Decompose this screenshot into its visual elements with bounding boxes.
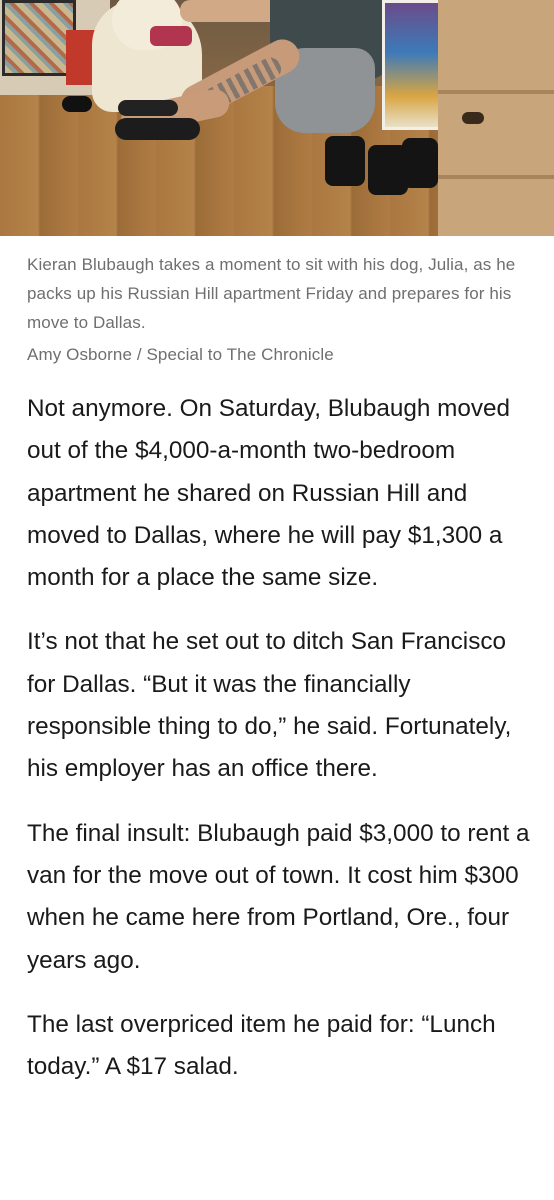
- sandal: [115, 118, 200, 140]
- box-handle: [462, 112, 484, 124]
- box-edge: [438, 175, 554, 179]
- box-edge: [438, 90, 554, 94]
- dog-collar: [150, 26, 192, 46]
- paragraph: It’s not that he set out to ditch San Fr…: [27, 628, 512, 783]
- shoe: [62, 96, 92, 112]
- paragraph: The final insult: Blubaugh paid $3,000 t…: [27, 819, 530, 974]
- article-body: Not anymore. On Saturday, Blubaugh moved…: [0, 369, 554, 1088]
- caption-text: Kieran Blubaugh takes a moment to sit wi…: [27, 255, 516, 332]
- dumbbell: [402, 138, 438, 188]
- dumbbell: [325, 136, 365, 186]
- paragraph: Not anymore. On Saturday, Blubaugh moved…: [27, 395, 511, 592]
- paragraph: The last overpriced item he paid for: “L…: [27, 1010, 496, 1081]
- article-photo: [0, 0, 554, 236]
- photo-caption: Kieran Blubaugh takes a moment to sit wi…: [0, 236, 554, 369]
- sandal: [118, 100, 178, 116]
- photo-credit: Amy Osborne / Special to The Chronicle: [27, 345, 334, 364]
- framed-artwork: [2, 0, 76, 76]
- moving-boxes: [438, 0, 554, 236]
